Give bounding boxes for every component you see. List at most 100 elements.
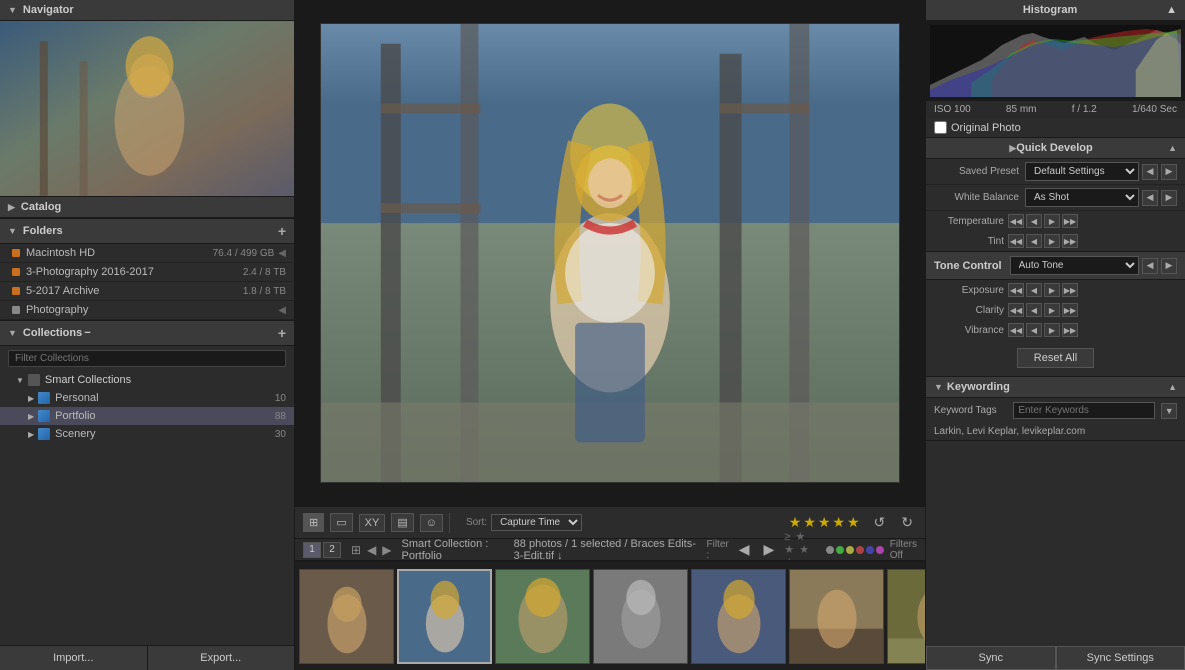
filter-prev-button[interactable]: ◀ <box>735 539 754 560</box>
exp-btn-2[interactable]: ◀ <box>1026 283 1042 297</box>
tint-buttons: ◀◀ ◀ ▶ ▶▶ <box>1008 234 1177 248</box>
collections-label: Collections <box>23 327 82 339</box>
exp-btn-3[interactable]: ▶ <box>1044 283 1060 297</box>
tone-control-section: Tone Control Auto Tone ◀ ▶ Exposure ◀◀ ◀… <box>926 252 1185 377</box>
clarity-btn-2[interactable]: ◀ <box>1026 303 1042 317</box>
compare-view-button[interactable]: XY <box>359 514 386 532</box>
filmstrip-item-7[interactable] <box>887 569 925 664</box>
sync-settings-button[interactable]: Sync Settings <box>1056 646 1185 670</box>
tint-btn-1[interactable]: ◀◀ <box>1008 234 1024 248</box>
folder-item-archive[interactable]: 5-2017 Archive 1.8 / 8 TB <box>0 282 294 301</box>
page-numbers: 1 2 <box>303 542 341 558</box>
filmstrip-item-3[interactable] <box>495 569 590 664</box>
clarity-btn-3[interactable]: ▶ <box>1044 303 1060 317</box>
white-balance-prev[interactable]: ◀ <box>1142 190 1158 206</box>
camera-shutter: 1/640 Sec <box>1132 104 1177 115</box>
temperature-label: Temperature <box>934 216 1004 227</box>
collections-filter-input[interactable] <box>8 350 286 367</box>
catalog-header[interactable]: ▶ Catalog <box>0 197 294 218</box>
keyword-tags-input[interactable] <box>1013 402 1155 419</box>
filmstrip-photo-6 <box>790 570 883 663</box>
quick-develop-header[interactable]: ▶ Quick Develop ▲ <box>926 138 1185 159</box>
collection-item-scenery[interactable]: ▶ Scenery 30 <box>0 425 294 443</box>
sync-button[interactable]: Sync <box>926 646 1056 670</box>
keyword-tags-expand[interactable]: ▼ <box>1161 403 1177 419</box>
smart-collections-icon <box>28 374 40 386</box>
folders-add-button[interactable]: + <box>278 223 286 239</box>
collection-item-personal[interactable]: ▶ Personal 10 <box>0 389 294 407</box>
collections-minus-button[interactable]: − <box>82 327 92 339</box>
nav-arrow-next[interactable]: ▶ <box>380 543 393 557</box>
exp-btn-4[interactable]: ▶▶ <box>1062 283 1078 297</box>
filmstrip-photo-4 <box>594 570 687 663</box>
camera-iso: ISO 100 <box>934 104 971 115</box>
clarity-btn-4[interactable]: ▶▶ <box>1062 303 1078 317</box>
tone-control-prev[interactable]: ◀ <box>1142 258 1158 274</box>
folders-header[interactable]: ▼ Folders + <box>0 219 294 244</box>
white-balance-control: As Shot Auto Daylight ◀ ▶ <box>1025 188 1177 207</box>
tint-btn-2[interactable]: ◀ <box>1026 234 1042 248</box>
folder-size-macintosh: 76.4 / 499 GB <box>213 248 275 259</box>
filmstrip <box>295 560 925 670</box>
page-2[interactable]: 2 <box>323 542 341 558</box>
filter-next-button[interactable]: ▶ <box>760 539 779 560</box>
survey-view-button[interactable]: ▤ <box>391 513 413 532</box>
navigator-header[interactable]: ▼ Navigator <box>0 0 294 21</box>
collection-scenery-triangle: ▶ <box>28 430 34 439</box>
grid-view-button[interactable]: ⊞ <box>303 513 324 532</box>
white-balance-next[interactable]: ▶ <box>1161 190 1177 206</box>
collections-add-button[interactable]: + <box>278 325 286 341</box>
tint-btn-3[interactable]: ▶ <box>1044 234 1060 248</box>
folder-item-photography-2016[interactable]: 3-Photography 2016-2017 2.4 / 8 TB <box>0 263 294 282</box>
vibrance-btn-1[interactable]: ◀◀ <box>1008 323 1024 337</box>
people-view-button[interactable]: ☺ <box>420 514 443 532</box>
page-1[interactable]: 1 <box>303 542 321 558</box>
temp-btn-1[interactable]: ◀◀ <box>1008 214 1024 228</box>
filmstrip-item-2[interactable] <box>397 569 492 664</box>
navigator-photo <box>0 21 294 196</box>
catalog-section: ▶ Catalog <box>0 197 294 219</box>
temp-btn-4[interactable]: ▶▶ <box>1062 214 1078 228</box>
folders-triangle: ▼ <box>8 226 17 236</box>
white-balance-select[interactable]: As Shot Auto Daylight <box>1025 188 1139 207</box>
tone-control-next[interactable]: ▶ <box>1161 258 1177 274</box>
filmstrip-item-4[interactable] <box>593 569 688 664</box>
filmstrip-item-6[interactable] <box>789 569 884 664</box>
temp-btn-3[interactable]: ▶ <box>1044 214 1060 228</box>
keywording-header[interactable]: ▼ Keywording ▲ <box>926 377 1185 398</box>
reset-all-button[interactable]: Reset All <box>1017 348 1094 368</box>
white-balance-row: White Balance As Shot Auto Daylight ◀ ▶ <box>926 185 1185 211</box>
exp-btn-1[interactable]: ◀◀ <box>1008 283 1024 297</box>
nav-arrow-prev[interactable]: ◀ <box>365 543 378 557</box>
saved-preset-prev[interactable]: ◀ <box>1142 164 1158 180</box>
vibrance-btn-4[interactable]: ▶▶ <box>1062 323 1078 337</box>
tint-btn-4[interactable]: ▶▶ <box>1062 234 1078 248</box>
filmstrip-item-1[interactable] <box>299 569 394 664</box>
vibrance-btn-2[interactable]: ◀ <box>1026 323 1042 337</box>
smart-collections-header[interactable]: ▼ Smart Collections <box>0 371 294 389</box>
filters-off-label: Filters Off <box>890 539 917 561</box>
saved-preset-select[interactable]: Default Settings <box>1025 162 1139 181</box>
sort-select[interactable]: Capture Time Edit Date File Name <box>491 514 582 531</box>
filmstrip-photo-1 <box>300 570 393 663</box>
loupe-view-button[interactable]: ▭ <box>330 513 352 532</box>
saved-preset-next[interactable]: ▶ <box>1161 164 1177 180</box>
collections-header[interactable]: ▼ Collections − + <box>0 321 294 346</box>
tone-control-header[interactable]: Tone Control Auto Tone ◀ ▶ <box>926 252 1185 280</box>
tone-control-select[interactable]: Auto Tone <box>1010 256 1139 275</box>
histogram-header[interactable]: Histogram ▲ <box>926 0 1185 21</box>
temp-btn-2[interactable]: ◀ <box>1026 214 1042 228</box>
keywording-section: ▼ Keywording ▲ Keyword Tags ▼ Larkin, Le… <box>926 377 1185 441</box>
folder-item-photography[interactable]: Photography ◀ <box>0 301 294 320</box>
vibrance-btn-3[interactable]: ▶ <box>1044 323 1060 337</box>
original-photo-checkbox[interactable] <box>934 121 947 134</box>
clarity-btn-1[interactable]: ◀◀ <box>1008 303 1024 317</box>
folder-item-macintosh[interactable]: Macintosh HD 76.4 / 499 GB ◀ <box>0 244 294 263</box>
collection-item-portfolio[interactable]: ▶ Portfolio 88 <box>0 407 294 425</box>
filmstrip-item-5[interactable] <box>691 569 786 664</box>
toolbar-separator-1 <box>449 513 450 533</box>
import-button[interactable]: Import... <box>0 646 148 670</box>
export-button[interactable]: Export... <box>148 646 295 670</box>
nav-arrow-left[interactable]: ⊞ <box>349 543 363 557</box>
collection-scenery-count: 30 <box>275 429 286 440</box>
